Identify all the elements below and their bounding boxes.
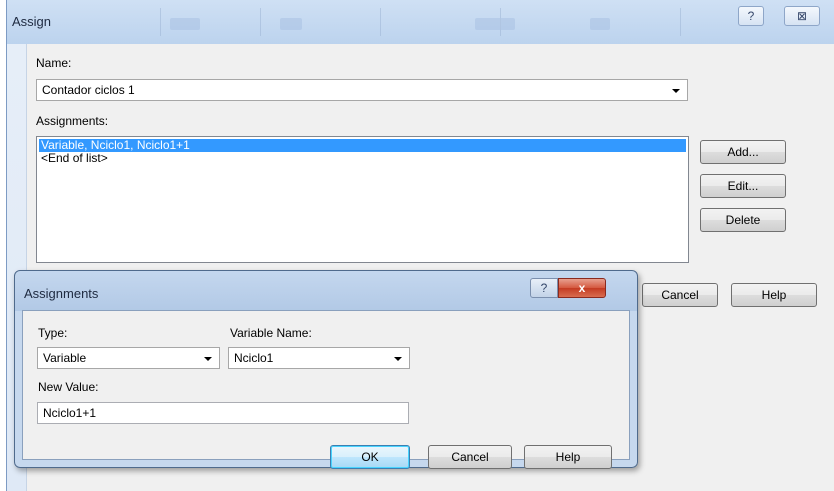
help-button[interactable]: Help xyxy=(731,283,817,307)
new-value-label: New Value: xyxy=(38,380,99,394)
assign-dialog-title: Assign xyxy=(12,14,52,29)
add-button[interactable]: Add... xyxy=(700,140,786,164)
help-icon[interactable]: ? xyxy=(738,6,764,26)
assignments-dialog-body xyxy=(22,310,630,460)
name-combobox[interactable]: Contador ciclos 1 xyxy=(36,79,688,101)
type-value: Variable xyxy=(43,351,87,365)
ok-button[interactable]: OK xyxy=(330,445,410,469)
title-bar-background xyxy=(120,6,720,36)
list-item[interactable]: <End of list> xyxy=(39,152,686,165)
assignments-label: Assignments: xyxy=(36,114,109,128)
new-value-text: Nciclo1+1 xyxy=(43,406,97,420)
list-item[interactable]: Variable, Nciclo1, Nciclo1+1 xyxy=(39,139,686,152)
close-icon[interactable]: ⊠ xyxy=(784,6,820,26)
variable-name-value: Nciclo1 xyxy=(234,351,274,365)
assignments-dialog-title: Assignments xyxy=(24,286,99,301)
name-value: Contador ciclos 1 xyxy=(42,83,135,97)
chevron-down-icon[interactable] xyxy=(204,357,212,361)
variable-name-label: Variable Name: xyxy=(230,326,312,340)
edit-button[interactable]: Edit... xyxy=(700,174,786,198)
new-value-field[interactable]: Nciclo1+1 xyxy=(37,402,409,424)
chevron-down-icon[interactable] xyxy=(394,357,402,361)
chevron-down-icon[interactable] xyxy=(672,89,680,93)
cancel-button[interactable]: Cancel xyxy=(642,283,718,307)
close-icon[interactable]: x xyxy=(558,278,606,298)
type-label: Type: xyxy=(38,326,68,340)
assignments-help-button[interactable]: Help xyxy=(524,445,612,469)
assignments-cancel-button[interactable]: Cancel xyxy=(428,445,512,469)
help-icon[interactable]: ? xyxy=(530,278,558,298)
name-label: Name: xyxy=(36,56,72,70)
type-combobox[interactable]: Variable xyxy=(37,347,220,369)
delete-button[interactable]: Delete xyxy=(700,208,786,232)
assignments-listbox[interactable]: Variable, Nciclo1, Nciclo1+1 <End of lis… xyxy=(36,136,689,263)
variable-name-combobox[interactable]: Nciclo1 xyxy=(228,347,410,369)
